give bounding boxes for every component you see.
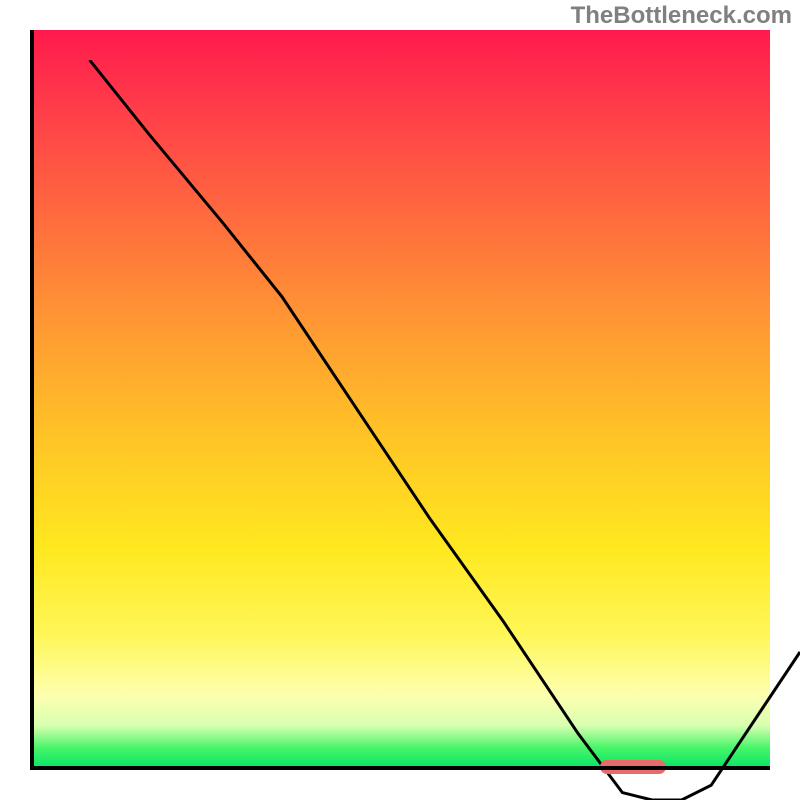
- bottleneck-curve: [60, 60, 800, 800]
- y-axis: [30, 30, 34, 770]
- chart-canvas: TheBottleneck.com: [0, 0, 800, 800]
- plot-area: [30, 30, 770, 770]
- watermark-text: TheBottleneck.com: [571, 2, 792, 30]
- x-axis: [30, 766, 770, 770]
